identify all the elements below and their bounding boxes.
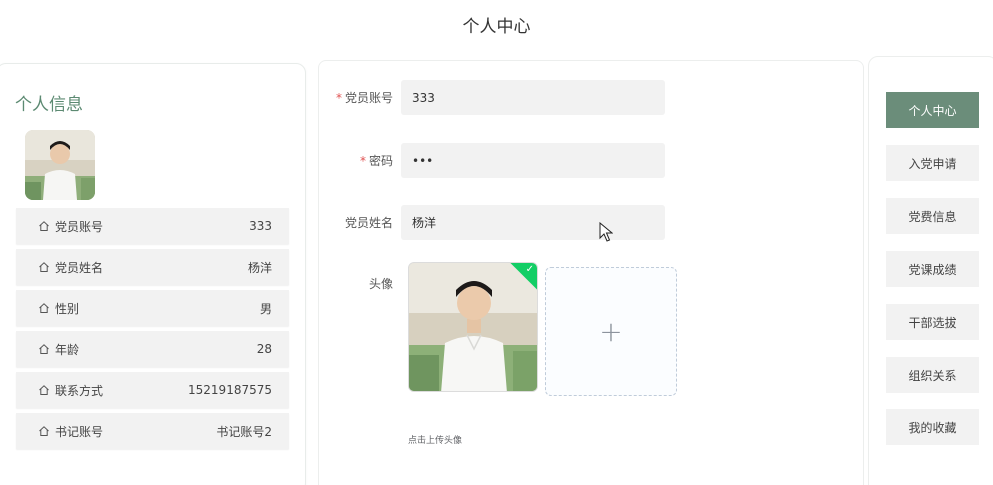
home-icon	[39, 221, 49, 231]
password-input[interactable]	[401, 143, 665, 178]
profile-form-panel: *党员账号 *密码 党员姓名 头像 ✓ + 点击上传头像	[318, 60, 864, 485]
name-input[interactable]	[401, 205, 665, 240]
home-icon	[39, 426, 49, 436]
required-mark: *	[359, 154, 366, 168]
info-label: 联系方式	[55, 383, 104, 398]
nav-item-cadre-selection[interactable]: 干部选拔	[886, 304, 979, 340]
uploaded-avatar[interactable]: ✓	[408, 262, 538, 392]
password-label: 密码	[368, 154, 393, 168]
info-row-age: 年龄 28	[16, 331, 289, 367]
account-input[interactable]	[401, 80, 665, 115]
nav-item-org-relation[interactable]: 组织关系	[886, 357, 979, 393]
nav-item-course-scores[interactable]: 党课成绩	[886, 251, 979, 287]
info-row-gender: 性别 男	[16, 290, 289, 326]
form-row-name: 党员姓名	[319, 205, 665, 240]
account-label: 党员账号	[344, 91, 393, 105]
home-icon	[39, 385, 49, 395]
nav-item-personal-center[interactable]: 个人中心	[886, 92, 979, 128]
upload-tip: 点击上传头像	[408, 436, 463, 446]
personal-info-panel: 个人信息 党员账号 333 党员姓名 杨洋 性别 男 年龄 28 联系方式 15…	[0, 63, 306, 485]
form-row-account: * 党员账号	[319, 80, 665, 115]
home-icon	[39, 303, 49, 313]
info-label: 性别	[55, 301, 80, 316]
check-icon: ✓	[525, 264, 534, 275]
info-label: 党员姓名	[55, 260, 104, 275]
form-row-avatar: 头像	[319, 275, 401, 292]
name-label: 党员姓名	[344, 216, 393, 230]
avatar-photo	[25, 130, 95, 200]
info-value: 15219187575	[188, 383, 272, 397]
form-row-password: * 密码	[319, 143, 665, 178]
info-value: 杨洋	[247, 260, 272, 275]
info-list: 党员账号 333 党员姓名 杨洋 性别 男 年龄 28 联系方式 1521918…	[16, 208, 289, 454]
info-row-contact: 联系方式 15219187575	[16, 372, 289, 408]
info-label: 年龄	[55, 342, 80, 357]
info-value: 28	[256, 342, 272, 356]
nav-item-dues-info[interactable]: 党费信息	[886, 198, 979, 234]
right-nav-panel: 个人中心 入党申请 党费信息 党课成绩 干部选拔 组织关系 我的收藏	[868, 56, 993, 485]
avatar-photo	[409, 263, 537, 391]
info-value: 333	[249, 219, 272, 233]
plus-icon: +	[599, 315, 623, 348]
info-row-account: 党员账号 333	[16, 208, 289, 244]
info-label: 党员账号	[55, 219, 104, 234]
home-icon	[39, 344, 49, 354]
avatar	[25, 130, 95, 200]
info-value: 男	[259, 301, 272, 316]
nav-item-party-application[interactable]: 入党申请	[886, 145, 979, 181]
home-icon	[39, 262, 49, 272]
info-row-secretary: 书记账号 书记账号2	[16, 413, 289, 449]
info-row-name: 党员姓名 杨洋	[16, 249, 289, 285]
info-label: 书记账号	[55, 424, 104, 439]
mouse-cursor-icon	[599, 222, 613, 242]
required-mark: *	[335, 91, 342, 105]
nav-item-my-favorites[interactable]: 我的收藏	[886, 409, 979, 445]
info-value: 书记账号2	[216, 424, 272, 439]
avatar-label: 头像	[368, 277, 393, 291]
upload-avatar-button[interactable]: +	[545, 267, 677, 396]
personal-info-title: 个人信息	[15, 95, 83, 115]
page-title: 个人中心	[462, 17, 531, 37]
